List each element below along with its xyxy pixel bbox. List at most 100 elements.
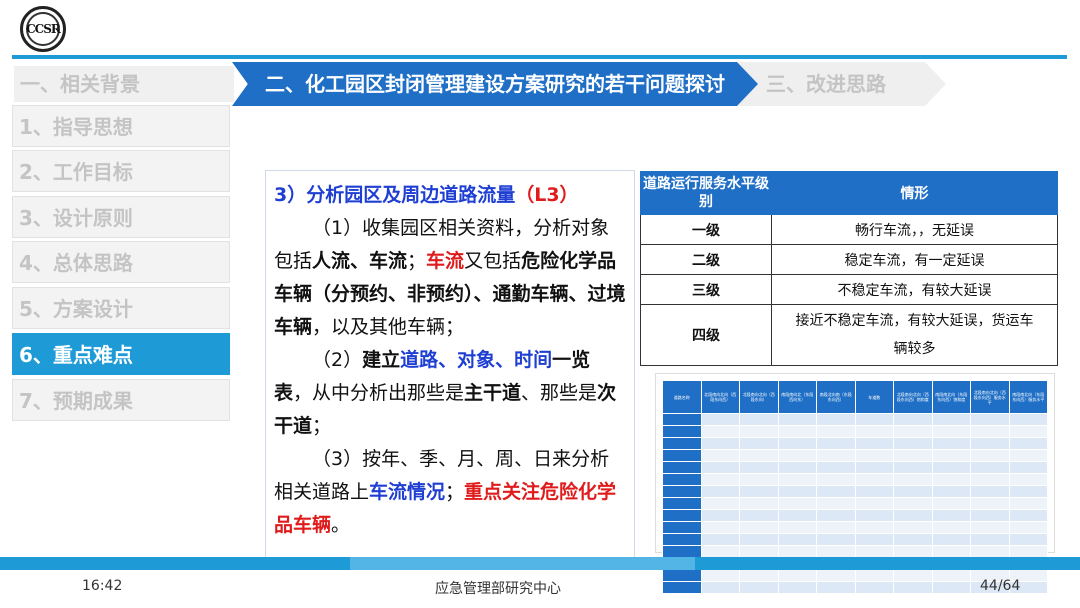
flow-cell — [931, 569, 971, 582]
flow-cell — [700, 497, 740, 510]
flow-cell — [931, 485, 971, 498]
content-panel: 3）分析园区及周边道路流量（L3） （1）收集园区相关资料，分析对象包括人流、车… — [265, 170, 635, 558]
flow-cell — [893, 425, 933, 438]
flow-cell — [700, 437, 740, 450]
flow-cell — [662, 521, 702, 534]
flow-cell — [700, 461, 740, 474]
flow-cell — [854, 485, 894, 498]
flow-cell — [662, 437, 702, 450]
sidebar-item-key-difficulties[interactable]: 6、重点难点 — [12, 333, 230, 375]
flow-cell — [662, 473, 702, 486]
flow-cell — [816, 437, 856, 450]
flow-cell — [931, 437, 971, 450]
flow-cell — [662, 509, 702, 522]
flow-cell — [700, 581, 740, 594]
flow-cell — [893, 437, 933, 450]
table-row — [662, 437, 1048, 450]
flow-cell — [816, 533, 856, 546]
flow-cell — [739, 485, 779, 498]
sidebar-item-work-goals[interactable]: 2、工作目标 — [12, 150, 230, 192]
flow-cell — [700, 545, 740, 558]
flow-cell — [777, 425, 817, 438]
flow-cell — [931, 533, 971, 546]
flow-cell — [816, 521, 856, 534]
sidebar-item-overall-approach[interactable]: 4、总体思路 — [12, 241, 230, 283]
tab-improvement[interactable]: 三、改进思路 — [740, 66, 940, 102]
footer-bar-middle — [350, 557, 695, 570]
flow-cell — [854, 533, 894, 546]
flow-cell — [700, 413, 740, 426]
flow-cell — [893, 569, 933, 582]
flow-cell — [739, 449, 779, 462]
flow-cell — [970, 461, 1010, 474]
flow-cell — [931, 521, 971, 534]
flow-cell — [931, 425, 971, 438]
flow-cell — [1008, 425, 1048, 438]
flow-cell — [777, 413, 817, 426]
flow-cell — [970, 449, 1010, 462]
flow-cell — [816, 569, 856, 582]
flow-cell — [931, 545, 971, 558]
table-row — [662, 521, 1048, 534]
table-row — [662, 485, 1048, 498]
flow-cell — [816, 497, 856, 510]
flow-cell — [854, 413, 894, 426]
flow-cell — [700, 485, 740, 498]
section-title: 3）分析园区及周边道路流量（L3） — [274, 184, 579, 206]
flow-cell — [893, 533, 933, 546]
flow-header-cell: 北段南向北向（西段东向） — [739, 380, 779, 414]
flow-cell — [777, 509, 817, 522]
paragraph-1: （1）收集园区相关资料，分析对象包括人流、车流；车流又包括危险化学品车辆（分预约… — [274, 217, 626, 338]
flow-cell — [893, 473, 933, 486]
paragraph-3: （3）按年、季、月、周、日来分析相关道路上车流情况；重点关注危险化学品车辆。 — [274, 448, 617, 536]
tab-current[interactable]: 二、化工园区封闭管理建设方案研究的若干问题探讨 — [265, 62, 725, 106]
flow-cell — [777, 569, 817, 582]
flow-cell — [777, 485, 817, 498]
sidebar-item-guiding-ideas[interactable]: 1、指导思想 — [12, 105, 230, 147]
sidebar-item-expected-results[interactable]: 7、预期成果 — [12, 379, 230, 421]
flow-cell — [700, 521, 740, 534]
top-divider — [12, 55, 1067, 59]
flow-cell — [854, 497, 894, 510]
flow-cell — [739, 497, 779, 510]
sidebar-item-plan-design[interactable]: 5、方案设计 — [12, 287, 230, 329]
table-row: 二级 稳定车流，有一定延误 — [640, 244, 1058, 275]
flow-header-cell: 南段北向南（东段东向西） — [816, 380, 856, 414]
flow-cell — [893, 449, 933, 462]
flow-cell — [970, 497, 1010, 510]
flow-cell — [816, 461, 856, 474]
flow-header-cell: 北段南向北向（西段东向西）服务水平 — [970, 380, 1010, 414]
flow-cell — [816, 413, 856, 426]
flow-cell — [777, 521, 817, 534]
table-row — [662, 425, 1048, 438]
table-row — [662, 545, 1048, 558]
flow-cell — [970, 437, 1010, 450]
flow-cell — [700, 533, 740, 546]
flow-cell — [970, 545, 1010, 558]
flow-cell — [739, 521, 779, 534]
flow-cell — [816, 485, 856, 498]
flow-cell — [662, 533, 702, 546]
flow-cell — [777, 449, 817, 462]
page-number: 44/64 — [980, 578, 1021, 594]
flow-cell — [854, 425, 894, 438]
flow-cell — [739, 569, 779, 582]
flow-cell — [854, 581, 894, 594]
sidebar-item-design-principles[interactable]: 3、设计原则 — [12, 196, 230, 238]
table-row — [662, 533, 1048, 546]
flow-header-cell: 车道数 — [854, 380, 894, 414]
flow-cell — [700, 425, 740, 438]
flow-cell — [739, 533, 779, 546]
flow-cell — [700, 509, 740, 522]
flow-cell — [893, 521, 933, 534]
flow-cell — [777, 437, 817, 450]
flow-header-cell: 南段南向北（东段西向东） — [777, 380, 817, 414]
flow-cell — [1008, 545, 1048, 558]
footer-time: 16:42 — [82, 578, 123, 594]
flow-cell — [970, 473, 1010, 486]
flow-cell — [662, 413, 702, 426]
table-row — [662, 473, 1048, 486]
flow-cell — [662, 497, 702, 510]
table-row — [662, 449, 1048, 462]
tab-background[interactable]: 一、相关背景 — [14, 66, 234, 102]
